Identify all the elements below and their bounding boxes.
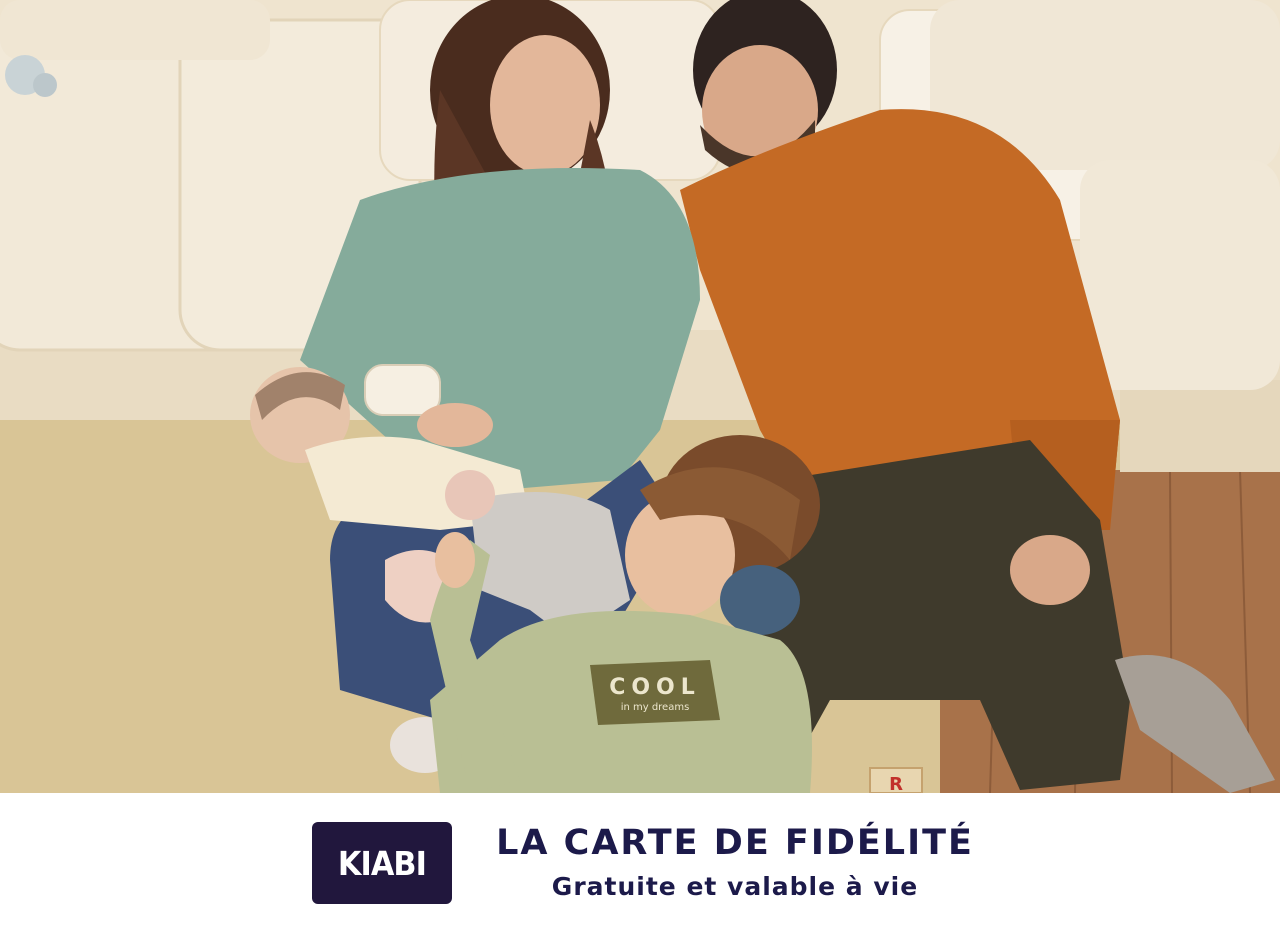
loyalty-card-subline: Gratuite et valable à vie	[551, 872, 919, 901]
sweater-print-sub: in my dreams	[621, 702, 690, 713]
loyalty-card-banner[interactable]: COOL in my dreams R KIABI LA CARTE DE FI…	[0, 0, 1280, 930]
kiabi-logo[interactable]: KIABI	[312, 822, 452, 904]
family-photo: COOL in my dreams R	[0, 0, 1280, 793]
kiabi-logo-text: KIABI	[337, 843, 427, 883]
toy-block-letter: R	[889, 774, 903, 793]
sweater-print-main: COOL	[609, 675, 701, 700]
loyalty-card-headline: LA CARTE DE FIDÉLITÉ	[496, 823, 974, 863]
